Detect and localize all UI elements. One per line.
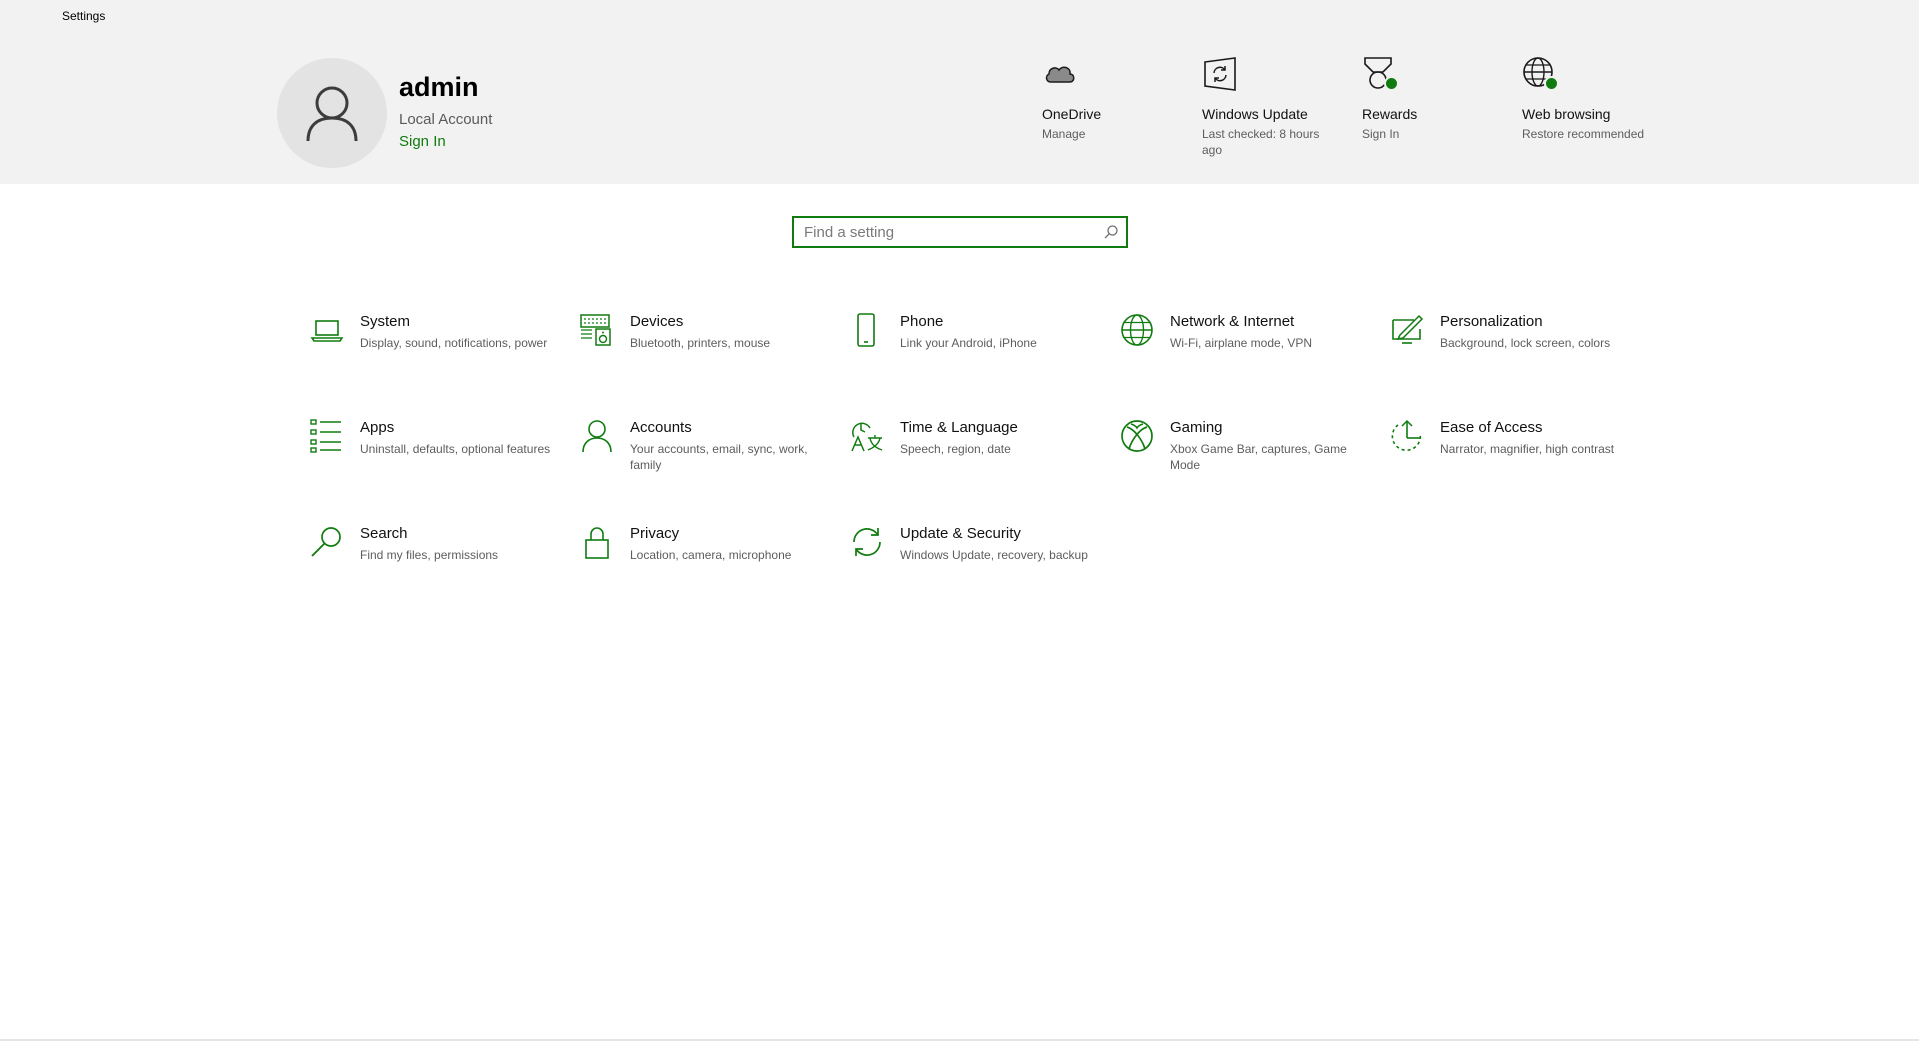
- quick-link-sub: Restore recommended: [1522, 127, 1645, 141]
- category-time-language[interactable]: Time & Language Speech, region, date: [850, 419, 1100, 499]
- quick-link-windows-update[interactable]: Windows Update Last checked: 8 hours ago: [1202, 56, 1332, 158]
- category-description: Wi-Fi, airplane mode, VPN: [1170, 336, 1313, 350]
- cloud-icon: [1045, 66, 1075, 83]
- category-phone[interactable]: Phone Link your Android, iPhone: [850, 313, 1100, 393]
- quick-link-web-browsing[interactable]: Web browsing Restore recommended: [1522, 56, 1652, 142]
- list-icon: [310, 419, 341, 453]
- category-name: Time & Language: [900, 419, 1018, 436]
- phone-icon: [857, 313, 875, 347]
- notification-dot: [1384, 76, 1399, 91]
- time-language-icon: [851, 422, 883, 452]
- category-description: Display, sound, notifications, power: [360, 336, 548, 350]
- category-network-internet[interactable]: Network & Internet Wi-Fi, airplane mode,…: [1120, 313, 1370, 393]
- category-description: Uninstall, defaults, optional features: [360, 442, 551, 456]
- category-description: Location, camera, microphone: [630, 548, 792, 562]
- category-name: Personalization: [1440, 313, 1543, 330]
- category-description: Speech, region, date: [900, 442, 1011, 456]
- category-accounts[interactable]: Accounts Your accounts, email, sync, wor…: [580, 419, 830, 499]
- category-gaming[interactable]: Gaming Xbox Game Bar, captures, Game Mod…: [1120, 419, 1370, 499]
- search-box[interactable]: [792, 216, 1128, 248]
- search-icon: [311, 527, 341, 557]
- category-name: Network & Internet: [1170, 313, 1295, 330]
- account-name: admin: [399, 72, 479, 102]
- category-name: Update & Security: [900, 525, 1021, 542]
- category-description: Find my files, permissions: [360, 548, 499, 562]
- category-description: Narrator, magnifier, high contrast: [1440, 442, 1615, 456]
- sync-icon: [853, 528, 881, 556]
- ease-of-access-icon: [1391, 419, 1422, 451]
- category-ease-of-access[interactable]: Ease of Access Narrator, magnifier, high…: [1390, 419, 1640, 499]
- category-system[interactable]: System Display, sound, notifications, po…: [310, 313, 560, 393]
- category-name: Accounts: [630, 419, 692, 436]
- category-devices[interactable]: Devices Bluetooth, printers, mouse: [580, 313, 830, 393]
- keyboard-speaker-icon: [580, 314, 611, 346]
- title-bar: Settings: [0, 0, 1919, 32]
- laptop-icon: [310, 320, 344, 342]
- sign-in-link[interactable]: Sign In: [399, 133, 446, 150]
- quick-link-sub: Manage: [1042, 127, 1086, 141]
- notification-dot: [1544, 76, 1559, 91]
- lock-icon: [585, 527, 609, 559]
- globe-icon: [1121, 314, 1153, 346]
- category-description: Bluetooth, printers, mouse: [630, 336, 771, 350]
- category-description: Background, lock screen, colors: [1440, 336, 1611, 350]
- quick-link-sub: Sign In: [1362, 127, 1400, 141]
- category-name: Apps: [360, 419, 395, 436]
- category-name: Search: [360, 525, 408, 542]
- category-privacy[interactable]: Privacy Location, camera, microphone: [580, 525, 830, 605]
- window-title: Settings: [62, 9, 106, 23]
- category-name: Devices: [630, 313, 684, 330]
- category-update-security[interactable]: Update & Security Windows Update, recove…: [850, 525, 1100, 605]
- account-type: Local Account: [399, 111, 493, 128]
- paint-icon: [1392, 314, 1424, 344]
- quick-link-label: Windows Update: [1202, 106, 1308, 122]
- person-icon: [582, 420, 612, 453]
- category-name: Gaming: [1170, 419, 1223, 436]
- avatar[interactable]: [277, 58, 387, 168]
- quick-link-onedrive[interactable]: OneDrive Manage: [1042, 56, 1172, 142]
- person-icon: [306, 86, 358, 142]
- category-name: Ease of Access: [1440, 419, 1543, 436]
- category-description: Your accounts, email, sync, work, family: [630, 442, 808, 472]
- sync-icon: [1204, 57, 1236, 91]
- search-input[interactable]: [804, 222, 1094, 242]
- quick-link-label: Rewards: [1362, 106, 1418, 122]
- quick-link-sub: Last checked: 8 hours ago: [1202, 127, 1320, 157]
- quick-link-label: OneDrive: [1042, 106, 1102, 122]
- category-name: Privacy: [630, 525, 680, 542]
- quick-link-rewards[interactable]: Rewards Sign In: [1362, 56, 1492, 142]
- category-description: Xbox Game Bar, captures, Game Mode: [1170, 442, 1347, 472]
- category-apps[interactable]: Apps Uninstall, defaults, optional featu…: [310, 419, 560, 499]
- category-search[interactable]: Search Find my files, permissions: [310, 525, 560, 605]
- account-header: admin Local Account Sign In OneDrive Man…: [0, 32, 1919, 184]
- category-name: Phone: [900, 313, 944, 330]
- category-personalization[interactable]: Personalization Background, lock screen,…: [1390, 313, 1640, 393]
- category-name: System: [360, 313, 411, 330]
- search-icon[interactable]: [1103, 224, 1119, 240]
- category-description: Link your Android, iPhone: [900, 336, 1037, 350]
- quick-link-label: Web browsing: [1522, 106, 1611, 122]
- xbox-icon: [1121, 420, 1153, 452]
- category-description: Windows Update, recovery, backup: [900, 548, 1088, 562]
